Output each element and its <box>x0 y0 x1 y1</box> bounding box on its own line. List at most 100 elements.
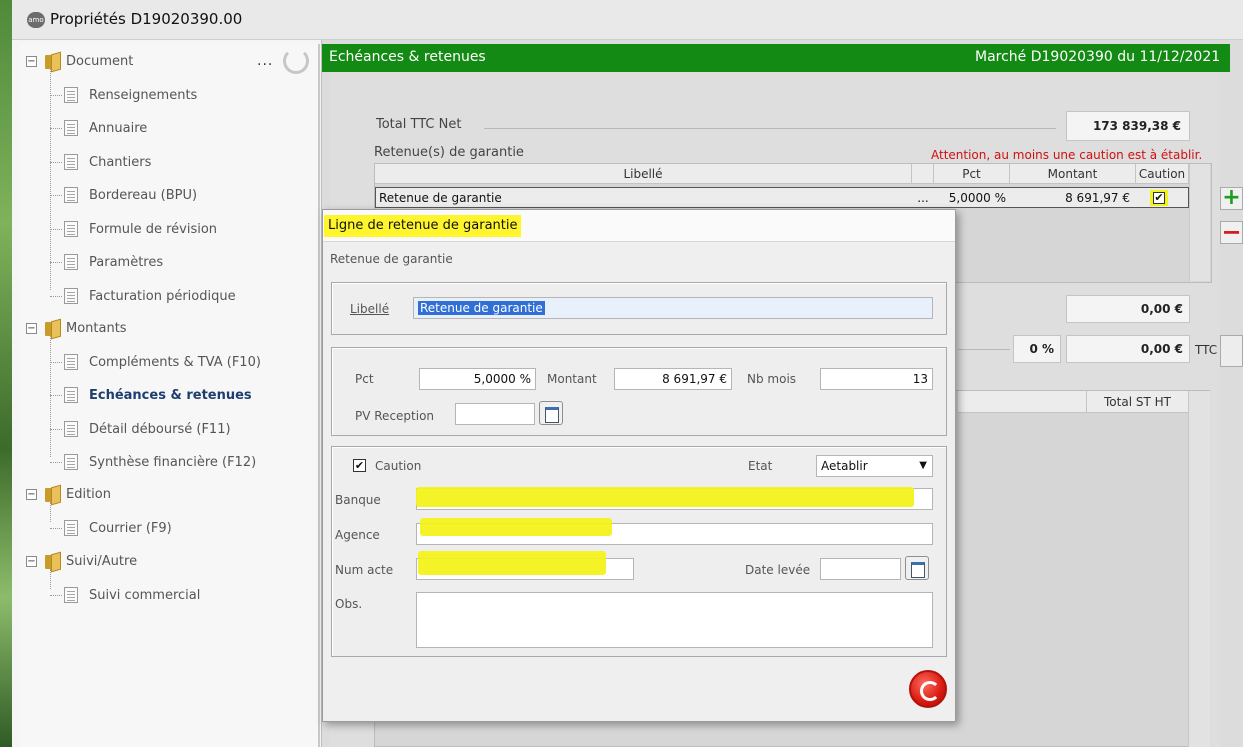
tree-group-label: Edition <box>66 487 111 502</box>
tree-connector <box>50 128 62 129</box>
sidebar-item-label: Annuaire <box>89 121 148 136</box>
libelle-input-value: Retenue de garantie <box>418 301 545 315</box>
chevron-down-icon: ▼ <box>919 460 927 471</box>
total-ttc-value: 173 839,38 € <box>1066 111 1190 141</box>
remove-retenue-button[interactable]: − <box>1220 220 1243 244</box>
leader-line <box>484 128 1056 129</box>
caution-label: Caution <box>375 459 422 473</box>
folder-icon <box>45 486 59 502</box>
document-icon <box>64 519 78 536</box>
table-row-caution[interactable]: ✔ <box>1136 187 1189 208</box>
leader-line <box>958 349 1010 350</box>
caution-warning: Attention, au moins une caution est à ét… <box>931 148 1203 162</box>
libelle-input[interactable]: Retenue de garantie <box>413 297 933 319</box>
document-icon <box>64 120 78 136</box>
document-icon <box>64 153 78 170</box>
gear-icon[interactable] <box>1220 335 1243 367</box>
document-icon <box>64 454 78 470</box>
obs-label: Obs. <box>335 597 363 611</box>
document-icon <box>64 287 78 304</box>
document-icon <box>64 86 78 103</box>
sidebar-item-label: Détail déboursé (F11) <box>89 421 231 437</box>
redaction-highlight <box>420 518 612 536</box>
collapse-toggle-icon[interactable]: − <box>26 323 37 334</box>
sidebar-item-label: Paramètres <box>89 255 164 270</box>
sidebar-item-label: Facturation périodique <box>89 288 236 304</box>
document-icon <box>64 586 78 603</box>
sidebar-item-label: Suivi commercial <box>89 587 201 603</box>
document-icon <box>64 353 78 370</box>
document-icon <box>64 220 78 237</box>
pv-reception-input[interactable] <box>455 403 535 425</box>
pv-reception-label: PV Reception <box>355 409 435 423</box>
caution-checkbox[interactable]: ✔ <box>1153 192 1165 204</box>
tree-connector <box>50 195 62 196</box>
tree-connector <box>50 395 62 396</box>
refresh-icon[interactable] <box>283 48 309 74</box>
montant-label: Montant <box>547 372 597 386</box>
tree-group-label: Suivi/Autre <box>66 554 138 569</box>
dialog-subtitle: Retenue de garantie <box>330 252 453 266</box>
table-row-libelle[interactable]: Retenue de garantie <box>375 187 912 208</box>
tree-connector <box>50 161 62 163</box>
calendar-icon[interactable] <box>539 401 563 425</box>
retenue-section-label: Retenue(s) de garantie <box>374 145 524 160</box>
column-header-caution[interactable]: Caution <box>1136 164 1189 184</box>
table-row-pct[interactable]: 5,0000 % <box>934 187 1010 208</box>
close-dialog-button[interactable] <box>909 670 947 708</box>
tree-connector <box>50 336 51 457</box>
tree-connector <box>50 428 62 430</box>
folder-icon <box>45 553 59 569</box>
tree-group-label: Montants <box>66 321 127 336</box>
etat-select[interactable]: Aetablir ▼ <box>816 455 933 477</box>
table-row-montant[interactable]: 8 691,97 € <box>1010 187 1136 208</box>
pct-input[interactable]: 5,0000 % <box>419 368 536 390</box>
sidebar-item-label: Courrier (F9) <box>89 520 172 536</box>
tree-connector <box>50 262 62 263</box>
app-logo-icon: amo <box>27 12 45 28</box>
row-ellipsis-button[interactable]: ... <box>912 187 934 208</box>
percent-field[interactable]: 0 % <box>1013 335 1061 363</box>
redaction-highlight <box>416 487 914 507</box>
add-retenue-button[interactable]: + <box>1220 187 1243 210</box>
collapse-toggle-icon[interactable]: − <box>26 489 37 500</box>
redaction-highlight <box>418 551 606 575</box>
tree-connector <box>50 527 62 529</box>
document-icon <box>64 254 78 270</box>
column-header-pct[interactable]: Pct <box>934 164 1010 184</box>
grid-scrollbar[interactable] <box>1189 164 1210 281</box>
date-levee-input[interactable] <box>820 558 901 580</box>
nb-mois-input[interactable]: 13 <box>820 368 933 390</box>
folder-icon <box>45 53 59 69</box>
sidebar-item-label: Chantiers <box>89 154 152 170</box>
column-header-libelle[interactable]: Libellé <box>375 164 912 184</box>
collapse-toggle-icon[interactable]: − <box>26 556 37 567</box>
banque-label: Banque <box>335 493 381 507</box>
column-header-total-st-ht[interactable]: Total ST HT <box>1086 391 1188 413</box>
sidebar-item-label: Formule de révision <box>89 221 218 237</box>
caution-checkbox[interactable]: ✔ <box>353 459 366 472</box>
amount-field-1[interactable]: 0,00 € <box>1066 295 1190 323</box>
amount-field-2[interactable]: 0,00 € <box>1066 335 1190 363</box>
etat-label: Etat <box>748 459 773 473</box>
ttc-label: TTC <box>1195 343 1218 357</box>
montant-input[interactable]: 8 691,97 € <box>614 368 732 390</box>
tree-connector <box>50 228 62 230</box>
document-icon <box>64 187 78 203</box>
agence-label: Agence <box>335 528 380 542</box>
tree-connector <box>50 361 62 363</box>
document-icon <box>64 420 78 437</box>
column-header-montant[interactable]: Montant <box>1010 164 1136 184</box>
obs-textarea[interactable] <box>416 592 933 648</box>
tree-connector <box>50 462 62 463</box>
column-header-spacer <box>912 164 934 184</box>
more-options-button[interactable]: ... <box>257 53 273 69</box>
subtotal-scrollbar[interactable] <box>1188 391 1210 747</box>
collapse-toggle-icon[interactable]: − <box>26 56 37 67</box>
sidebar-item-label: Echéances & retenues <box>89 388 252 403</box>
sidebar-item-label: Renseignements <box>89 87 198 103</box>
folder-icon <box>45 320 59 336</box>
calendar-icon[interactable] <box>905 556 929 580</box>
market-reference: Marché D19020390 du 11/12/2021 <box>975 49 1221 65</box>
tree-connector <box>50 94 62 96</box>
